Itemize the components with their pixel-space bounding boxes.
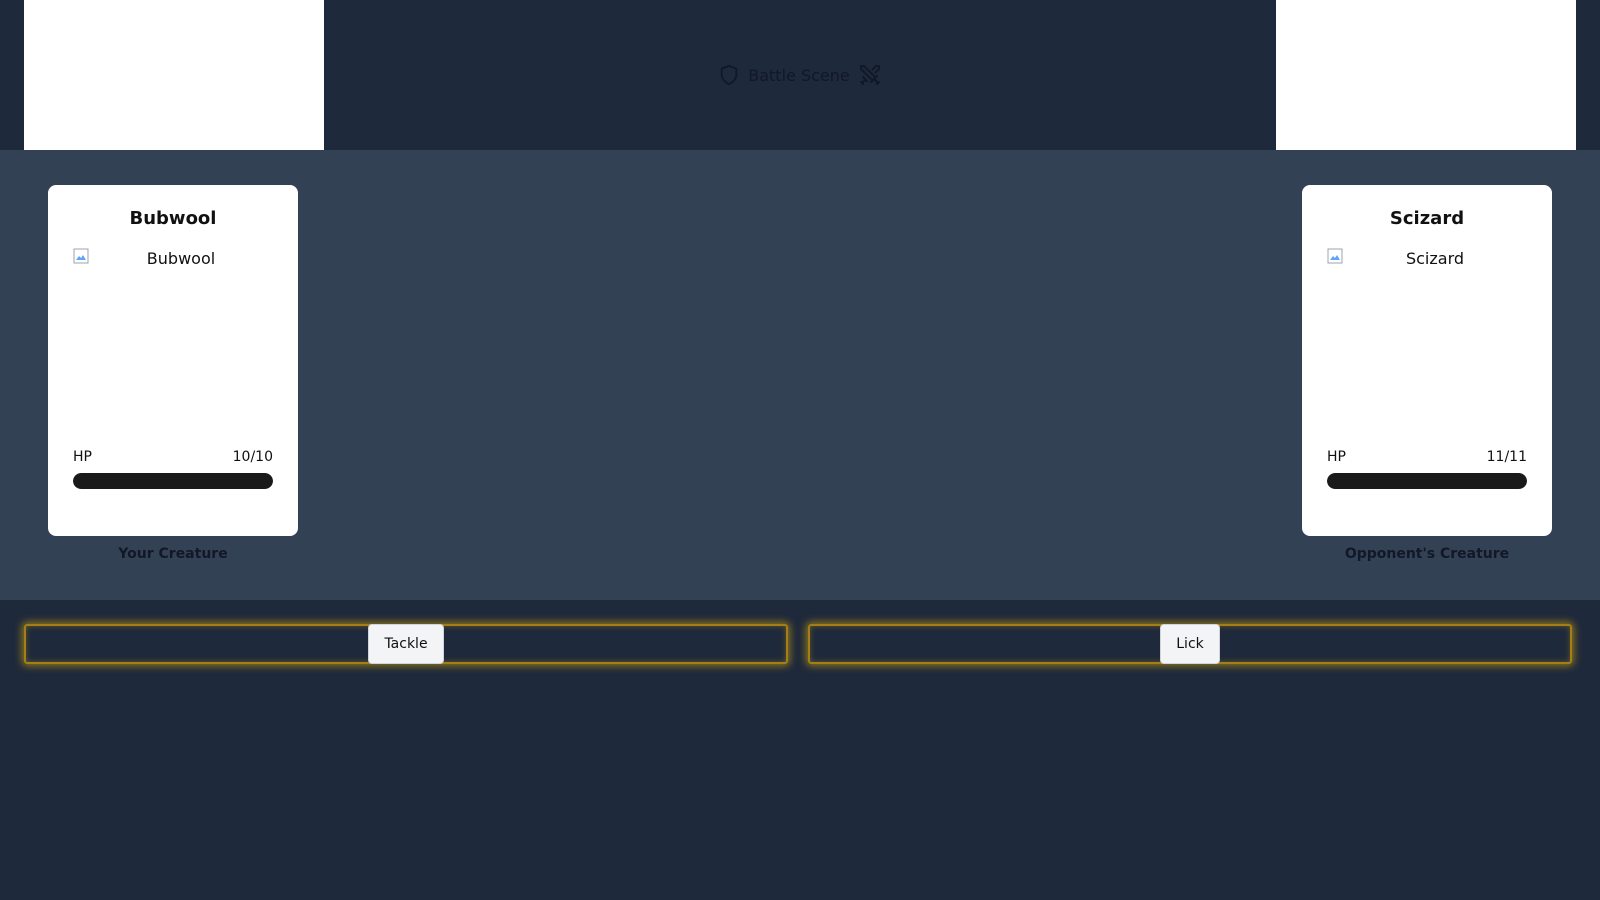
opponent-creature-image: Scizard (1327, 247, 1527, 447)
player-hp-bar (73, 473, 273, 489)
opponent-creature-name: Scizard (1389, 208, 1465, 229)
header: Battle Scene (0, 0, 1600, 150)
player-hp-value: 10/10 (232, 449, 273, 465)
opponent-hp-value: 11/11 (1486, 449, 1527, 465)
header-right-panel (1276, 0, 1576, 150)
player-creature-image-alt: Bubwool (146, 249, 216, 268)
tackle-move-button[interactable]: Tackle (368, 624, 444, 664)
player-hp-fill (73, 473, 273, 489)
lick-move-button[interactable]: Lick (1160, 624, 1220, 664)
shield-icon (718, 64, 740, 86)
move-panel: Tackle Lick (0, 600, 1600, 900)
opponent-hp-fill (1327, 473, 1527, 489)
opponent-hp-label: HP (1327, 449, 1346, 465)
opponent-hp-row: HP 11/11 (1327, 447, 1527, 467)
player-hp-label: HP (73, 449, 92, 465)
player-creature-image: Bubwool (73, 247, 273, 447)
player-creature-caption: Your Creature (118, 546, 228, 562)
move-slot[interactable]: Tackle (24, 624, 788, 664)
opponent-creature-image-alt: Scizard (1405, 249, 1465, 268)
header-left-panel (24, 0, 324, 150)
player-creature-card: Bubwool Bubwool HP 10/10 (48, 185, 298, 536)
opponent-creature-card: Scizard Scizard HP 11/11 (1302, 185, 1552, 536)
crossed-swords-icon (858, 63, 882, 87)
player-hp-row: HP 10/10 (73, 447, 273, 467)
broken-image-icon (73, 248, 89, 264)
broken-image-icon (1327, 248, 1343, 264)
opponent-creature-caption: Opponent's Creature (1344, 546, 1510, 562)
page-title: Battle Scene (748, 65, 850, 85)
move-slot[interactable]: Lick (808, 624, 1572, 664)
battle-scene-title: Battle Scene (324, 0, 1276, 150)
opponent-hp-bar (1327, 473, 1527, 489)
player-creature-name: Bubwool (129, 208, 217, 229)
battle-arena: Bubwool Bubwool HP 10/10 Your Creature S… (0, 150, 1600, 600)
